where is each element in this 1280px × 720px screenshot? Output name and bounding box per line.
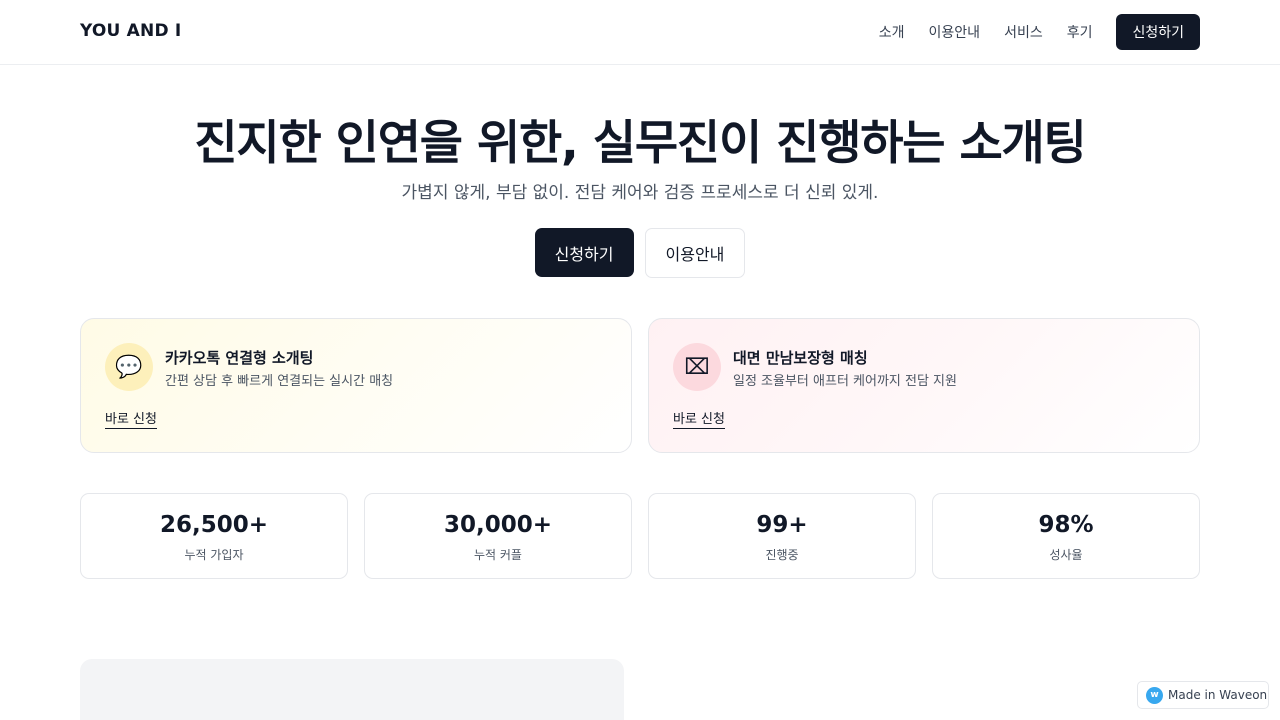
meeting-icon: ⌧ — [673, 343, 721, 391]
stat-value: 30,000+ — [443, 512, 553, 538]
kakao-apply-link[interactable]: 바로 신청 — [105, 408, 157, 429]
service-card-offline: ⌧ 대면 만남보장형 매칭 일정 조율부터 애프터 케어까지 전담 지원 바로 … — [648, 318, 1200, 453]
stat-label: 성사율 — [1049, 548, 1083, 562]
nav-link-reviews[interactable]: 후기 — [1067, 22, 1093, 42]
service-card-title: 대면 만남보장형 매칭 — [733, 349, 868, 367]
header-apply-button[interactable]: 신청하기 — [1116, 14, 1200, 50]
site-header: YOU AND I 소개 이용안내 서비스 후기 신청하기 — [0, 0, 1280, 65]
stat-label: 진행중 — [765, 548, 799, 562]
stat-label: 누적 가입자 — [184, 548, 244, 562]
offline-apply-link[interactable]: 바로 신청 — [673, 408, 725, 429]
stat-card-in-progress: 99+ 진행중 — [648, 493, 916, 579]
hero-apply-button[interactable]: 신청하기 — [534, 228, 634, 277]
waveon-badge[interactable]: w Made in Waveon — [1137, 681, 1269, 709]
nav-link-guide[interactable]: 이용안내 — [929, 22, 981, 42]
hero-guide-button[interactable]: 이용안내 — [644, 228, 746, 278]
chat-bubble-icon: 💬 — [105, 343, 153, 391]
nav-link-service[interactable]: 서비스 — [1004, 22, 1043, 42]
hero-subtitle: 가볍지 않게, 부담 없이. 전담 케어와 검증 프로세스로 더 신뢰 있게. — [401, 183, 879, 203]
stat-value: 26,500+ — [159, 512, 269, 538]
service-card-kakao: 💬 카카오톡 연결형 소개팅 간편 상담 후 빠르게 연결되는 실시간 매칭 바… — [80, 318, 632, 453]
stat-card-members: 26,500+ 누적 가입자 — [80, 493, 348, 579]
service-card-description: 일정 조율부터 애프터 케어까지 전담 지원 — [733, 374, 957, 389]
stat-value: 99+ — [756, 512, 808, 538]
hero-actions: 신청하기 이용안내 — [0, 228, 1280, 278]
main-nav: 소개 이용안내 서비스 후기 신청하기 — [879, 14, 1200, 50]
nav-link-about[interactable]: 소개 — [879, 22, 905, 42]
site-logo[interactable]: YOU AND I — [80, 21, 181, 41]
stat-card-success-rate: 98% 성사율 — [932, 493, 1200, 579]
content-placeholder — [80, 659, 624, 720]
hero-title: 진지한 인연을 위한, 실무진이 진행하는 소개팅 — [194, 116, 1086, 171]
waveon-logo-icon: w — [1146, 686, 1163, 704]
service-card-title: 카카오톡 연결형 소개팅 — [165, 349, 314, 367]
waveon-badge-text: Made in Waveon — [1168, 688, 1268, 702]
stat-card-couples: 30,000+ 누적 커플 — [364, 493, 632, 579]
stat-value: 98% — [1038, 512, 1094, 538]
stat-label: 누적 커플 — [474, 548, 522, 562]
service-card-description: 간편 상담 후 빠르게 연결되는 실시간 매칭 — [165, 374, 394, 389]
